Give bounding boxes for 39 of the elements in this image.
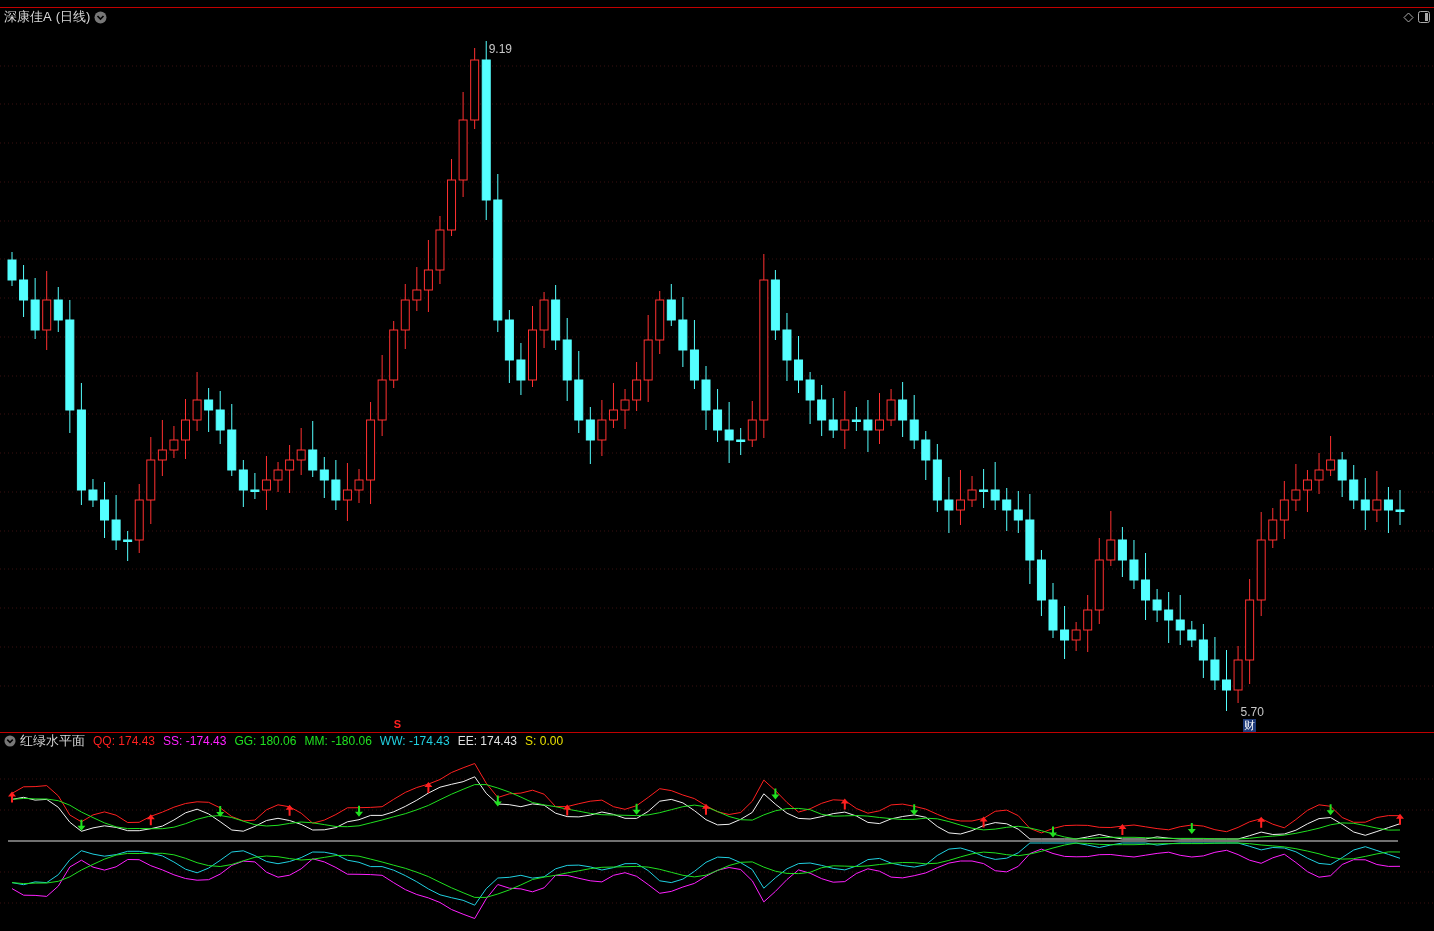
indicator-value: GG: 180.06 <box>234 733 297 750</box>
indicator-value: SS: -174.43 <box>163 733 227 750</box>
up-arrow-icon <box>424 782 433 794</box>
down-arrow-icon <box>771 788 780 800</box>
down-arrow-icon <box>632 803 641 815</box>
down-arrow-icon <box>1187 823 1196 834</box>
down-arrow-icon <box>216 805 225 817</box>
down-arrow-icon <box>1049 826 1057 838</box>
up-arrow-icon <box>840 798 849 810</box>
down-arrow-icon <box>1326 804 1335 816</box>
up-arrow-icon <box>8 791 16 803</box>
panel-toggle-icon[interactable] <box>1418 11 1430 23</box>
chevron-down-icon[interactable] <box>4 735 16 747</box>
stock-name: 深康佳A <box>4 8 52 27</box>
indicator-value: MM: -180.06 <box>304 733 372 750</box>
chart-period: (日线) <box>55 8 91 27</box>
indicator-value: EE: 174.43 <box>457 733 518 750</box>
up-arrow-icon <box>285 804 294 816</box>
up-arrow-icon <box>146 814 155 826</box>
indicator-name: 红绿水平面 <box>20 732 85 751</box>
up-arrow-icon <box>563 804 572 816</box>
down-arrow-icon <box>910 804 919 816</box>
indicator-value: WW: -174.43 <box>379 733 450 750</box>
down-arrow-icon <box>355 805 363 817</box>
up-arrow-icon <box>979 816 988 828</box>
high-price-label: 9.19 <box>488 42 513 56</box>
event-badge[interactable]: 财 <box>1242 719 1256 732</box>
chevron-down-icon[interactable] <box>94 10 108 24</box>
low-price-label: 5.70 <box>1240 705 1264 719</box>
down-arrow-icon <box>77 819 86 831</box>
up-arrow-icon <box>1396 813 1404 825</box>
up-arrow-icon <box>1257 816 1266 828</box>
up-arrow-icon <box>702 803 710 815</box>
indicator-value: QQ: 174.43 <box>93 733 156 750</box>
diamond-icon[interactable] <box>1403 11 1414 23</box>
indicator-value: S: 0.00 <box>525 733 564 750</box>
up-arrow-icon <box>1118 824 1127 836</box>
down-arrow-icon <box>493 795 502 807</box>
signal-marker: S <box>393 718 402 730</box>
